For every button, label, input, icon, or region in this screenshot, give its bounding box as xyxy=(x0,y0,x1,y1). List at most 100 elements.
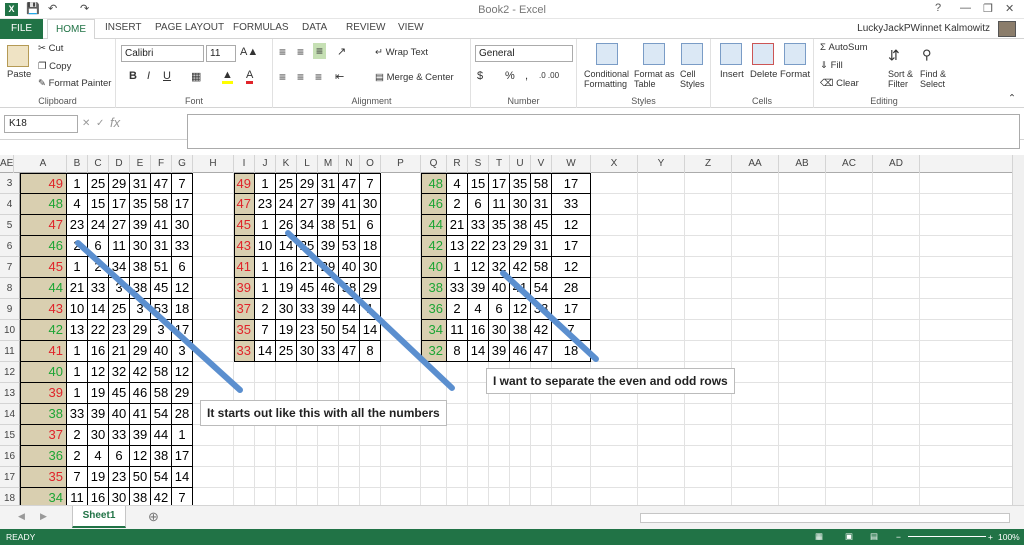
table-cell[interactable]: 40 xyxy=(489,278,510,299)
horizontal-scrollbar[interactable] xyxy=(640,513,1010,523)
table-cell[interactable]: 29 xyxy=(130,320,151,341)
help-icon[interactable]: ? xyxy=(935,2,941,14)
table-cell[interactable]: 31 xyxy=(531,194,552,215)
decimal-icon[interactable]: .0 .00 xyxy=(539,71,559,80)
key-cell[interactable]: 46 xyxy=(20,236,67,257)
merge-center-button[interactable]: ▤ Merge & Center xyxy=(375,72,454,83)
column-header-z[interactable]: Z xyxy=(685,155,732,173)
table-cell[interactable]: 23 xyxy=(109,320,130,341)
table-cell[interactable]: 18 xyxy=(552,341,591,362)
table-cell[interactable]: 11 xyxy=(67,488,88,505)
key-cell[interactable]: 48 xyxy=(20,194,67,215)
table-cell[interactable]: 35 xyxy=(130,194,151,215)
table-cell[interactable]: 42 xyxy=(510,257,531,278)
key-cell[interactable]: 46 xyxy=(421,194,447,215)
normal-view-icon[interactable]: ▦ xyxy=(815,531,823,542)
table-cell[interactable]: 30 xyxy=(360,194,381,215)
column-header-p[interactable]: P xyxy=(381,155,421,173)
table-cell[interactable]: 17 xyxy=(489,173,510,194)
autosum-button[interactable]: Σ AutoSum xyxy=(820,42,868,53)
table-cell[interactable]: 39 xyxy=(318,194,339,215)
table-cell[interactable]: 33 xyxy=(318,341,339,362)
table-cell[interactable]: 29 xyxy=(297,173,318,194)
table-cell[interactable]: 26 xyxy=(276,215,297,236)
table-cell[interactable]: 1 xyxy=(447,257,468,278)
column-header-j[interactable]: J xyxy=(255,155,276,173)
table-cell[interactable]: 12 xyxy=(88,362,109,383)
table-cell[interactable]: 17 xyxy=(172,320,193,341)
key-cell[interactable]: 38 xyxy=(421,278,447,299)
column-header-u[interactable]: U xyxy=(510,155,531,173)
table-cell[interactable]: 4 xyxy=(67,194,88,215)
column-header-v[interactable]: V xyxy=(531,155,552,173)
table-cell[interactable]: 14 xyxy=(255,341,276,362)
spreadsheet-grid[interactable]: A B C D E F G H I J K L M N O P Q R S T U V W X Y Z AA AB AC AD AE 345… xyxy=(0,155,1024,505)
table-cell[interactable]: 21 xyxy=(297,257,318,278)
table-cell[interactable]: 35 xyxy=(510,173,531,194)
zoom-in-icon[interactable]: + xyxy=(988,532,993,542)
table-cell[interactable]: 30 xyxy=(489,320,510,341)
vertical-scrollbar[interactable] xyxy=(1012,155,1024,505)
tab-view[interactable]: VIEW xyxy=(398,22,424,33)
key-cell[interactable]: 37 xyxy=(20,425,67,446)
table-cell[interactable]: 23 xyxy=(297,320,318,341)
table-cell[interactable]: 58 xyxy=(151,194,172,215)
key-cell[interactable]: 40 xyxy=(20,362,67,383)
column-header-e[interactable]: E xyxy=(130,155,151,173)
table-cell[interactable]: 31 xyxy=(318,173,339,194)
tab-formulas[interactable]: FORMULAS xyxy=(233,22,289,33)
table-cell[interactable]: 1 xyxy=(255,173,276,194)
table-cell[interactable]: 27 xyxy=(297,194,318,215)
table-cell[interactable]: 41 xyxy=(339,194,360,215)
table-cell[interactable]: 1 xyxy=(255,257,276,278)
table-cell[interactable]: 45 xyxy=(297,278,318,299)
table-cell[interactable]: 25 xyxy=(276,341,297,362)
sort-filter-button[interactable]: Sort & Filter xyxy=(888,69,913,89)
table-cell[interactable]: 45 xyxy=(109,383,130,404)
table-cell[interactable]: 32 xyxy=(489,257,510,278)
add-sheet-icon[interactable]: ⊕ xyxy=(148,509,159,525)
insert-button[interactable]: Insert xyxy=(720,69,744,80)
delete-button[interactable]: Delete xyxy=(750,69,777,80)
table-cell[interactable]: 6 xyxy=(360,215,381,236)
table-cell[interactable]: 6 xyxy=(172,257,193,278)
table-cell[interactable]: 42 xyxy=(151,488,172,505)
user-name[interactable]: LuckyJackPWinnet Kalmowitz xyxy=(857,23,990,34)
table-cell[interactable]: 17 xyxy=(552,173,591,194)
column-header-ab[interactable]: AB xyxy=(779,155,826,173)
table-cell[interactable]: 14 xyxy=(468,341,489,362)
table-cell[interactable]: 47 xyxy=(151,173,172,194)
column-header-w[interactable]: W xyxy=(552,155,591,173)
table-cell[interactable]: 54 xyxy=(531,278,552,299)
key-cell[interactable]: 44 xyxy=(20,278,67,299)
table-cell[interactable]: 32 xyxy=(109,362,130,383)
table-cell[interactable]: 51 xyxy=(339,215,360,236)
column-header-s[interactable]: S xyxy=(468,155,489,173)
table-cell[interactable]: 38 xyxy=(130,278,151,299)
table-cell[interactable]: 41 xyxy=(510,278,531,299)
table-cell[interactable]: 12 xyxy=(172,278,193,299)
row-header-11[interactable]: 11 xyxy=(0,341,20,362)
table-cell[interactable]: 28 xyxy=(172,404,193,425)
table-cell[interactable]: 25 xyxy=(88,173,109,194)
table-cell[interactable]: 30 xyxy=(510,194,531,215)
table-cell[interactable]: 25 xyxy=(297,236,318,257)
table-cell[interactable]: 17 xyxy=(172,194,193,215)
insert-function-icon[interactable]: fx xyxy=(110,115,120,130)
table-cell[interactable]: 54 xyxy=(151,404,172,425)
table-cell[interactable]: 1 xyxy=(67,257,88,278)
currency-icon[interactable]: $ xyxy=(477,70,483,82)
table-cell[interactable]: 27 xyxy=(109,215,130,236)
column-header-r[interactable]: R xyxy=(447,155,468,173)
table-cell[interactable]: 15 xyxy=(88,194,109,215)
table-cell[interactable]: 18 xyxy=(172,299,193,320)
table-cell[interactable]: 19 xyxy=(276,278,297,299)
row-header-14[interactable]: 14 xyxy=(0,404,20,425)
table-cell[interactable]: 39 xyxy=(318,299,339,320)
table-cell[interactable]: 30 xyxy=(130,236,151,257)
next-sheet-icon[interactable]: ▶ xyxy=(40,511,47,522)
table-cell[interactable]: 8 xyxy=(360,341,381,362)
table-cell[interactable]: 41 xyxy=(130,404,151,425)
tab-file[interactable]: FILE xyxy=(0,19,43,39)
table-cell[interactable]: 2 xyxy=(88,257,109,278)
